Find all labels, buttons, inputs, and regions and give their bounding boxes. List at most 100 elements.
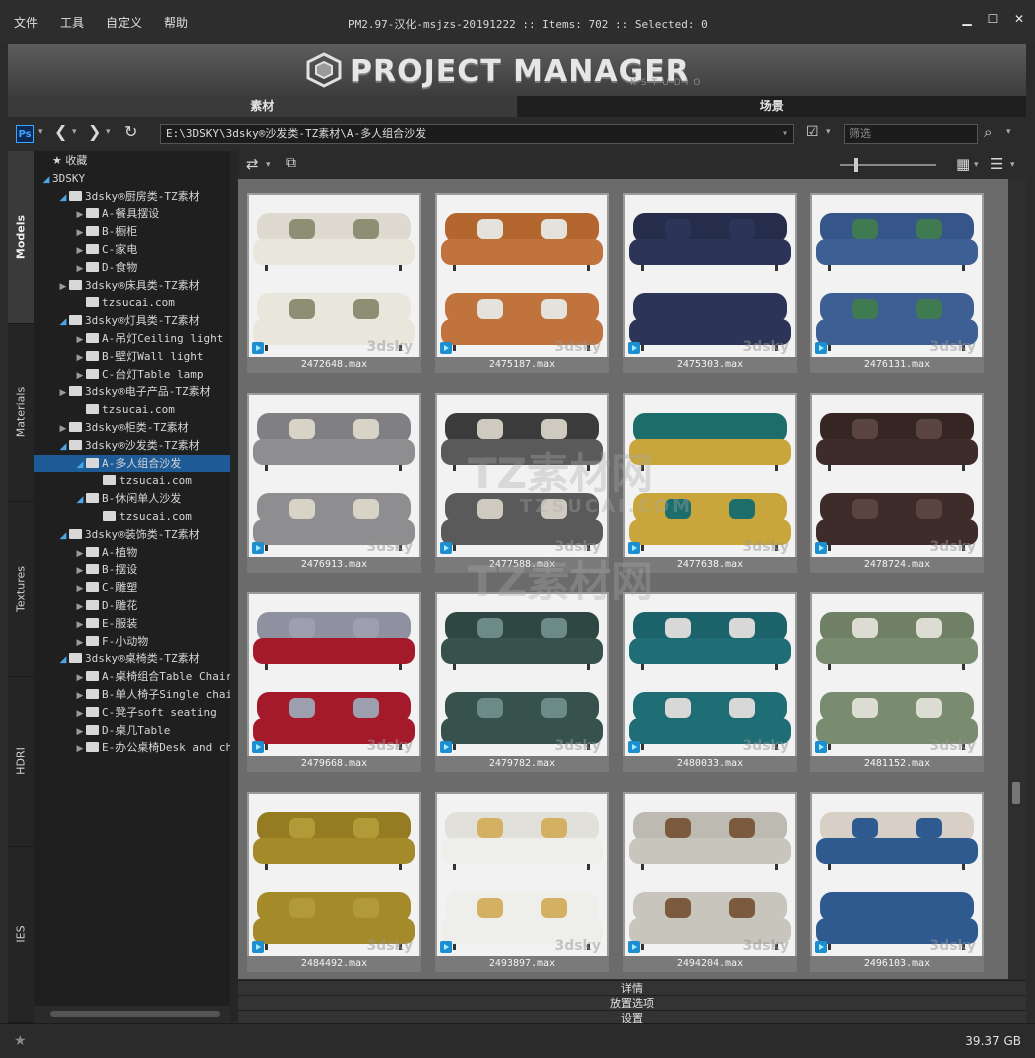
collapsed-arrow-icon[interactable]: ▶ bbox=[74, 261, 86, 278]
expanded-arrow-icon[interactable]: ◢ bbox=[57, 652, 69, 669]
photoshop-icon[interactable]: Ps bbox=[16, 125, 34, 143]
collapsed-arrow-icon[interactable]: ▶ bbox=[57, 421, 69, 438]
tree-node[interactable]: ▶ B-壁灯Wall light bbox=[34, 348, 230, 365]
tree-node[interactable]: ▶ B-橱柜 bbox=[34, 223, 230, 240]
menu-file[interactable]: 文件 bbox=[14, 14, 38, 31]
model-thumbnail-card[interactable]: 3dsky 2477588.max bbox=[435, 393, 609, 573]
tree-node[interactable]: ▶ C-家电 bbox=[34, 241, 230, 258]
tree-node[interactable]: ▶ A-桌椅组合Table Chair bbox=[34, 668, 230, 685]
tree-node[interactable]: ▶ A-植物 bbox=[34, 544, 230, 561]
slider-handle[interactable] bbox=[854, 158, 858, 172]
details-panel[interactable]: 详情 bbox=[238, 980, 1026, 996]
tree-node[interactable]: tzsucai.com bbox=[34, 508, 230, 525]
tree-node[interactable]: ◢ 3dsky®装饰类-TZ素材 bbox=[34, 526, 230, 543]
sort-icon[interactable]: ☰ bbox=[990, 155, 1003, 173]
collapsed-arrow-icon[interactable]: ▶ bbox=[74, 581, 86, 598]
tree-node[interactable]: ▶ F-小动物 bbox=[34, 633, 230, 650]
menu-customize[interactable]: 自定义 bbox=[106, 14, 142, 31]
collapsed-arrow-icon[interactable]: ▶ bbox=[74, 368, 86, 385]
tree-node[interactable]: ▶ D-食物 bbox=[34, 259, 230, 276]
path-dropdown-icon[interactable]: ▾ bbox=[782, 125, 788, 143]
tree-scroll-thumb[interactable] bbox=[50, 1011, 220, 1017]
side-tab-textures[interactable]: Textures bbox=[8, 501, 34, 677]
model-thumbnail-card[interactable]: 3dsky 2476913.max bbox=[247, 393, 421, 573]
side-tab-ies[interactable]: IES bbox=[8, 846, 34, 1023]
model-thumbnail-card[interactable]: 3dsky 2480033.max bbox=[623, 592, 797, 772]
tree-node[interactable]: ▶ C-雕塑 bbox=[34, 579, 230, 596]
collapsed-arrow-icon[interactable]: ▶ bbox=[74, 332, 86, 349]
path-input[interactable]: E:\3DSKY\3dsky®沙发类-TZ素材\A-多人组合沙发 ▾ bbox=[160, 124, 794, 144]
grid-view-icon[interactable]: ▦ bbox=[956, 155, 970, 173]
placement-options-panel[interactable]: 放置选项 bbox=[238, 995, 1026, 1011]
tree-node[interactable]: ◢ 3dsky®沙发类-TZ素材 bbox=[34, 437, 230, 454]
tree-node[interactable]: ▶ D-桌几Table bbox=[34, 722, 230, 739]
panel-splitter[interactable] bbox=[230, 151, 238, 1022]
tree-node[interactable]: ◢ 3dsky®桌椅类-TZ素材 bbox=[34, 650, 230, 667]
tree-node[interactable]: ▶ D-雕花 bbox=[34, 597, 230, 614]
model-thumbnail-card[interactable]: 3dsky 2481152.max bbox=[810, 592, 984, 772]
collapsed-arrow-icon[interactable]: ▶ bbox=[57, 385, 69, 402]
expanded-arrow-icon[interactable]: ◢ bbox=[57, 314, 69, 331]
grid-vertical-scrollbar[interactable] bbox=[1008, 179, 1026, 979]
side-tab-models[interactable]: Models bbox=[8, 151, 34, 324]
expanded-arrow-icon[interactable]: ◢ bbox=[74, 457, 86, 474]
collapsed-arrow-icon[interactable]: ▶ bbox=[74, 741, 86, 758]
forward-icon[interactable]: ❯ bbox=[88, 122, 101, 141]
settings-panel[interactable]: 设置 bbox=[238, 1010, 1026, 1025]
tree-node[interactable]: ▶ B-摆设 bbox=[34, 561, 230, 578]
side-tab-hdri[interactable]: HDRI bbox=[8, 676, 34, 847]
back-dropdown-icon[interactable]: ▾ bbox=[72, 127, 77, 137]
refresh-icon[interactable]: ↻ bbox=[124, 122, 137, 141]
collapsed-arrow-icon[interactable]: ▶ bbox=[74, 225, 86, 242]
side-tab-materials[interactable]: Materials bbox=[8, 323, 34, 502]
tree-node[interactable]: ▶ A-吊灯Ceiling light bbox=[34, 330, 230, 347]
tree-node[interactable]: ▶ E-服装 bbox=[34, 615, 230, 632]
tree-node[interactable]: ▶ 3dsky®电子产品-TZ素材 bbox=[34, 383, 230, 400]
view-dropdown-icon[interactable]: ▾ bbox=[974, 160, 979, 170]
tree-node[interactable]: ◢ 3dsky®灯具类-TZ素材 bbox=[34, 312, 230, 329]
model-thumbnail-card[interactable]: 3dsky 2475303.max bbox=[623, 193, 797, 373]
collapsed-arrow-icon[interactable]: ▶ bbox=[74, 670, 86, 687]
tree-node[interactable]: ★ 收藏 bbox=[34, 152, 230, 169]
model-thumbnail-card[interactable]: 3dsky 2472648.max bbox=[247, 193, 421, 373]
tree-node[interactable]: ▶ A-餐具摆设 bbox=[34, 205, 230, 222]
model-thumbnail-card[interactable]: 3dsky 2493897.max bbox=[435, 792, 609, 972]
collapsed-arrow-icon[interactable]: ▶ bbox=[74, 617, 86, 634]
expanded-arrow-icon[interactable]: ◢ bbox=[57, 439, 69, 456]
tree-node[interactable]: ◢ 3DSKY bbox=[34, 170, 230, 187]
model-thumbnail-card[interactable]: 3dsky 2476131.max bbox=[810, 193, 984, 373]
ps-dropdown-icon[interactable]: ▾ bbox=[38, 127, 43, 137]
tab-models[interactable]: 素材 bbox=[8, 96, 518, 117]
checklist-icon[interactable]: ☑ bbox=[806, 124, 819, 140]
sync-dropdown-icon[interactable]: ▾ bbox=[266, 160, 271, 170]
model-thumbnail-card[interactable]: 3dsky 2478724.max bbox=[810, 393, 984, 573]
tree-node[interactable]: tzsucai.com bbox=[34, 294, 230, 311]
thumbnail-size-slider[interactable] bbox=[840, 158, 936, 172]
tree-node[interactable]: ▶ C-台灯Table lamp bbox=[34, 366, 230, 383]
model-thumbnail-card[interactable]: 3dsky 2479782.max bbox=[435, 592, 609, 772]
sync-icon[interactable]: ⇄ bbox=[246, 155, 259, 173]
tree-node[interactable]: ▶ E-办公桌椅Desk and chair bbox=[34, 739, 230, 756]
expanded-arrow-icon[interactable]: ◢ bbox=[40, 172, 52, 189]
close-icon[interactable]: ✕ bbox=[1013, 12, 1025, 26]
tab-scenes[interactable]: 场景 bbox=[517, 96, 1026, 117]
expanded-arrow-icon[interactable]: ◢ bbox=[57, 190, 69, 207]
collapsed-arrow-icon[interactable]: ▶ bbox=[74, 563, 86, 580]
search-icon[interactable]: ⌕ bbox=[984, 123, 992, 141]
model-thumbnail-card[interactable]: 3dsky 2494204.max bbox=[623, 792, 797, 972]
minimize-icon[interactable]: ▁ bbox=[961, 12, 973, 26]
tree-node[interactable]: ◢ A-多人组合沙发 bbox=[34, 454, 230, 474]
maximize-icon[interactable]: ☐ bbox=[987, 12, 999, 26]
grid-scroll-thumb[interactable] bbox=[1012, 782, 1020, 804]
collapsed-arrow-icon[interactable]: ▶ bbox=[74, 243, 86, 260]
checklist-dropdown-icon[interactable]: ▾ bbox=[826, 127, 831, 137]
collapsed-arrow-icon[interactable]: ▶ bbox=[74, 688, 86, 705]
collapsed-arrow-icon[interactable]: ▶ bbox=[74, 706, 86, 723]
collapsed-arrow-icon[interactable]: ▶ bbox=[74, 599, 86, 616]
sort-dropdown-icon[interactable]: ▾ bbox=[1010, 160, 1015, 170]
tree-node[interactable]: ▶ 3dsky®柜类-TZ素材 bbox=[34, 419, 230, 436]
collapsed-arrow-icon[interactable]: ▶ bbox=[74, 207, 86, 224]
model-thumbnail-card[interactable]: 3dsky 2484492.max bbox=[247, 792, 421, 972]
forward-dropdown-icon[interactable]: ▾ bbox=[106, 127, 111, 137]
expanded-arrow-icon[interactable]: ◢ bbox=[74, 492, 86, 509]
